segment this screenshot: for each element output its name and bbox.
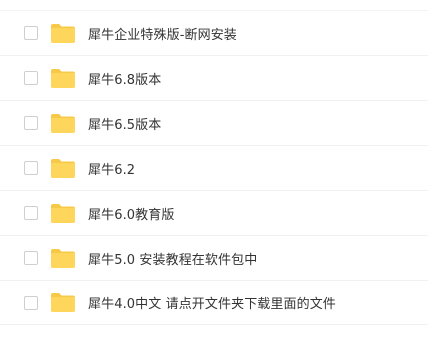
folder-icon — [51, 203, 75, 223]
list-item[interactable]: 犀牛6.2 — [0, 145, 428, 190]
file-name[interactable]: 犀牛企业特殊版-断网安装 — [88, 24, 237, 43]
file-name[interactable]: 犀牛5.0 安装教程在软件包中 — [88, 249, 257, 268]
select-checkbox[interactable] — [24, 295, 38, 310]
list-item[interactable]: 犀牛5.0 安装教程在软件包中 — [0, 235, 428, 280]
list-item[interactable]: 犀牛6.0教育版 — [0, 190, 428, 235]
select-checkbox[interactable] — [24, 161, 38, 175]
file-name[interactable]: 犀牛6.2 — [88, 159, 135, 178]
select-checkbox[interactable] — [24, 26, 38, 40]
folder-icon — [51, 293, 75, 312]
select-checkbox[interactable] — [24, 116, 38, 130]
folder-icon — [51, 248, 75, 268]
file-name[interactable]: 犀牛4.0中文 请点开文件夹下载里面的文件 — [88, 293, 336, 312]
list-item[interactable]: 犀牛企业特殊版-断网安装 — [0, 10, 428, 55]
file-name[interactable]: 犀牛6.8版本 — [88, 69, 161, 88]
list-item[interactable]: 犀牛6.8版本 — [0, 55, 428, 100]
list-item[interactable]: 犀牛4.0中文 请点开文件夹下载里面的文件 — [0, 280, 428, 325]
file-name[interactable]: 犀牛6.0教育版 — [88, 204, 174, 223]
select-checkbox[interactable] — [24, 71, 38, 85]
folder-icon — [51, 68, 75, 88]
file-name[interactable]: 犀牛6.5版本 — [88, 114, 161, 133]
select-checkbox[interactable] — [24, 206, 38, 220]
select-checkbox[interactable] — [24, 251, 38, 265]
file-list: 犀牛企业特殊版-断网安装 犀牛6.8版本 犀牛6.5版本 犀牛6.2 犀牛6.0 — [0, 0, 428, 325]
folder-icon — [51, 23, 75, 43]
folder-icon — [51, 113, 75, 133]
list-item[interactable]: 犀牛6.5版本 — [0, 100, 428, 145]
folder-icon — [51, 158, 75, 178]
